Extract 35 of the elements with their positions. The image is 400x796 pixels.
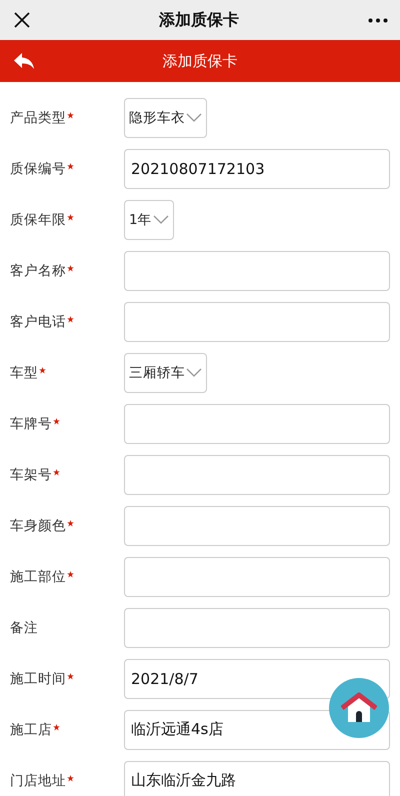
- field-label: 车架号: [10, 466, 52, 484]
- input-field[interactable]: [124, 250, 390, 290]
- input-field[interactable]: [124, 608, 390, 648]
- field-label: 车型: [10, 364, 38, 382]
- chevron-icon: [186, 112, 202, 122]
- chevron-icon: [152, 214, 169, 224]
- page-title: 添加质保卡: [162, 52, 238, 70]
- chevron-icon: [186, 368, 202, 378]
- field-label: 产品类型: [10, 108, 66, 126]
- input-field[interactable]: 20210807172103: [124, 148, 390, 188]
- back-icon[interactable]: [13, 52, 35, 70]
- close-icon[interactable]: [14, 12, 30, 28]
- input-field[interactable]: [124, 302, 390, 342]
- select-field[interactable]: 三厢轿车: [124, 352, 207, 392]
- field-label: 车牌号: [10, 414, 52, 432]
- select-field[interactable]: 隐形车衣: [124, 98, 207, 138]
- input-field[interactable]: [124, 454, 390, 494]
- field-label: 施工店: [10, 720, 52, 738]
- field-label: 施工时间: [10, 670, 66, 688]
- field-label: 备注: [10, 618, 38, 636]
- house-icon: [341, 692, 377, 724]
- input-field[interactable]: [124, 556, 390, 596]
- field-label: 质保年限: [10, 210, 66, 228]
- window-title: 添加质保卡: [159, 10, 239, 30]
- select-field[interactable]: 1年: [124, 200, 174, 240]
- field-label: 施工部位: [10, 568, 66, 586]
- field-label: 车身颜色: [10, 516, 66, 534]
- input-field[interactable]: 山东临沂金九路: [124, 760, 390, 796]
- more-icon[interactable]: [368, 18, 388, 22]
- input-field[interactable]: [124, 506, 390, 546]
- field-label: 客户电话: [10, 312, 66, 330]
- field-label: 门店地址: [10, 772, 66, 790]
- field-label: 客户名称: [10, 262, 66, 280]
- field-label: 质保编号: [10, 160, 66, 178]
- input-field[interactable]: [124, 404, 390, 444]
